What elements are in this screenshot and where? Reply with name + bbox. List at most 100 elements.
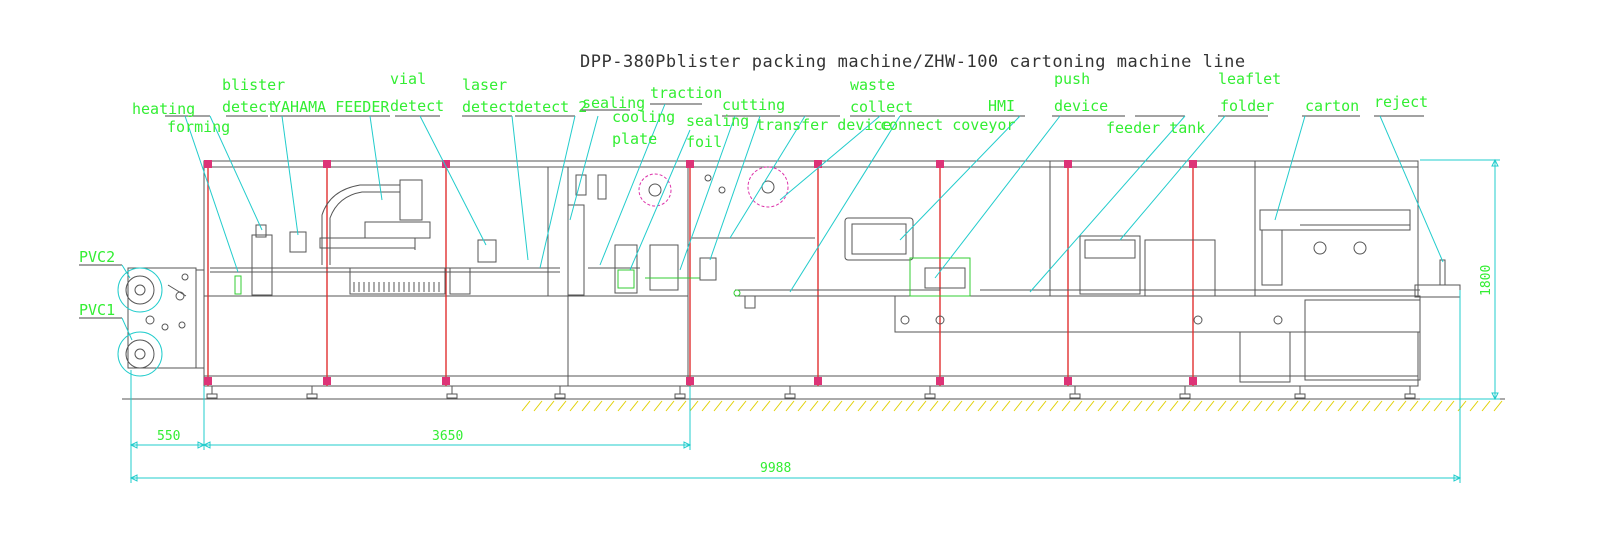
floor-hatch-stroke <box>581 400 591 412</box>
dimension-550: 550 <box>157 429 180 444</box>
label-carton: carton <box>1305 97 1359 115</box>
floor-hatch-stroke <box>737 400 747 412</box>
floor-hatch-stroke <box>1301 400 1311 412</box>
machine-foot-pad <box>306 393 318 399</box>
label-laser-detect: detect <box>462 98 516 116</box>
floor-hatch-stroke <box>1397 400 1407 412</box>
label-plate: plate <box>612 130 657 148</box>
label-leaflet: leaflet <box>1218 70 1281 88</box>
floor-hatch-stroke <box>557 400 567 412</box>
label-vial-detect: detect <box>390 97 444 115</box>
floor-hatch-stroke <box>1445 400 1455 412</box>
floor-hatch-stroke <box>701 400 711 412</box>
machine-foot-pad <box>446 393 458 399</box>
machine-body <box>117 160 1505 412</box>
floor-hatch-stroke <box>1241 400 1251 412</box>
label-folder: folder <box>1220 97 1274 115</box>
floor-hatch-stroke <box>1493 400 1503 412</box>
machine-foot-pad <box>1069 393 1081 399</box>
floor-hatch-stroke <box>1133 400 1143 412</box>
floor-hatch-stroke <box>1145 400 1155 412</box>
floor-hatch-stroke <box>641 400 651 412</box>
floor-hatch-stroke <box>1169 400 1179 412</box>
floor-hatch-stroke <box>1013 400 1023 412</box>
floor-hatch-stroke <box>677 400 687 412</box>
floor-hatch-stroke <box>809 400 819 412</box>
label-detect-2: detect 2 <box>515 98 587 116</box>
floor-hatch-stroke <box>1253 400 1263 412</box>
floor-hatch-stroke <box>1061 400 1071 412</box>
floor-hatch-stroke <box>917 400 927 412</box>
label-foil: foil <box>686 133 722 151</box>
floor-hatch-stroke <box>1325 400 1335 412</box>
floor-hatch-stroke <box>1097 400 1107 412</box>
machine-foot-pad <box>674 393 686 399</box>
label-laser: laser <box>462 76 507 94</box>
floor-hatch-stroke <box>1121 400 1131 412</box>
frame-post-base <box>1064 377 1072 385</box>
floor-hatch-stroke <box>857 400 867 412</box>
floor-hatch-stroke <box>1073 400 1083 412</box>
label-forming: forming <box>167 118 230 136</box>
floor-hatch-stroke <box>797 400 807 412</box>
floor-hatch-stroke <box>977 400 987 412</box>
floor-hatch-stroke <box>1109 400 1119 412</box>
floor-hatch-stroke <box>593 400 603 412</box>
floor-hatch-stroke <box>965 400 975 412</box>
floor-hatch-stroke <box>1193 400 1203 412</box>
floor-hatch-stroke <box>1313 400 1323 412</box>
floor-hatch-stroke <box>569 400 579 412</box>
drawing-title: DPP-380Pblister packing machine/ZHW-100 … <box>580 52 1246 72</box>
label-blister-detect: detect <box>222 98 276 116</box>
label-vial: vial <box>390 70 426 88</box>
floor-hatch-stroke <box>953 400 963 412</box>
floor-hatch-stroke <box>773 400 783 412</box>
label-collect: collect <box>850 98 913 116</box>
floor-hatch-stroke <box>689 400 699 412</box>
label-cutting: cutting <box>722 96 785 114</box>
frame-post-base <box>936 377 944 385</box>
floor-hatch-stroke <box>1373 400 1383 412</box>
floor-hatch-stroke <box>821 400 831 412</box>
label-pvc1: PVC1 <box>79 301 115 319</box>
floor-hatch <box>521 400 1503 412</box>
floor-hatch-stroke <box>1349 400 1359 412</box>
label-waste: waste <box>850 76 895 94</box>
label-hmi: HMI <box>988 97 1015 115</box>
floor-hatch-stroke <box>1289 400 1299 412</box>
floor-hatch-stroke <box>521 400 531 412</box>
frame-post-cap <box>936 160 944 168</box>
label-feeder-tank: feeder tank <box>1106 119 1205 137</box>
floor-hatch-stroke <box>605 400 615 412</box>
frame-post-cap <box>204 160 212 168</box>
floor-hatch-stroke <box>761 400 771 412</box>
machine-foot-pad <box>1294 393 1306 399</box>
label-reject: reject <box>1374 93 1428 111</box>
floor-hatch-stroke <box>653 400 663 412</box>
dimension-3650: 3650 <box>432 429 463 444</box>
machine-line-drawing: DPP-380Pblister packing machine/ZHW-100 … <box>79 52 1505 483</box>
frame-post-base <box>686 377 694 385</box>
floor-hatch-stroke <box>1337 400 1347 412</box>
floor-hatch-stroke <box>665 400 675 412</box>
frame-post-base <box>323 377 331 385</box>
label-sealing-foil: sealing <box>686 112 749 130</box>
label-push: push <box>1054 70 1090 88</box>
floor-hatch-stroke <box>725 400 735 412</box>
floor-hatch-stroke <box>1157 400 1167 412</box>
machine-foot-pad <box>554 393 566 399</box>
floor-hatch-stroke <box>533 400 543 412</box>
label-transfer-device: transfer device <box>756 116 891 134</box>
floor-hatch-stroke <box>893 400 903 412</box>
floor-hatch-stroke <box>1469 400 1479 412</box>
label-connect-conveyor: connect coveyor <box>880 116 1015 134</box>
frame-post-cap <box>686 160 694 168</box>
floor-hatch-stroke <box>749 400 759 412</box>
label-cooling: cooling <box>612 108 675 126</box>
frame-post-cap <box>814 160 822 168</box>
floor-hatch-stroke <box>1433 400 1443 412</box>
floor-hatch-stroke <box>1421 400 1431 412</box>
floor-hatch-stroke <box>869 400 879 412</box>
floor-hatch-stroke <box>1205 400 1215 412</box>
floor-hatch-stroke <box>1385 400 1395 412</box>
